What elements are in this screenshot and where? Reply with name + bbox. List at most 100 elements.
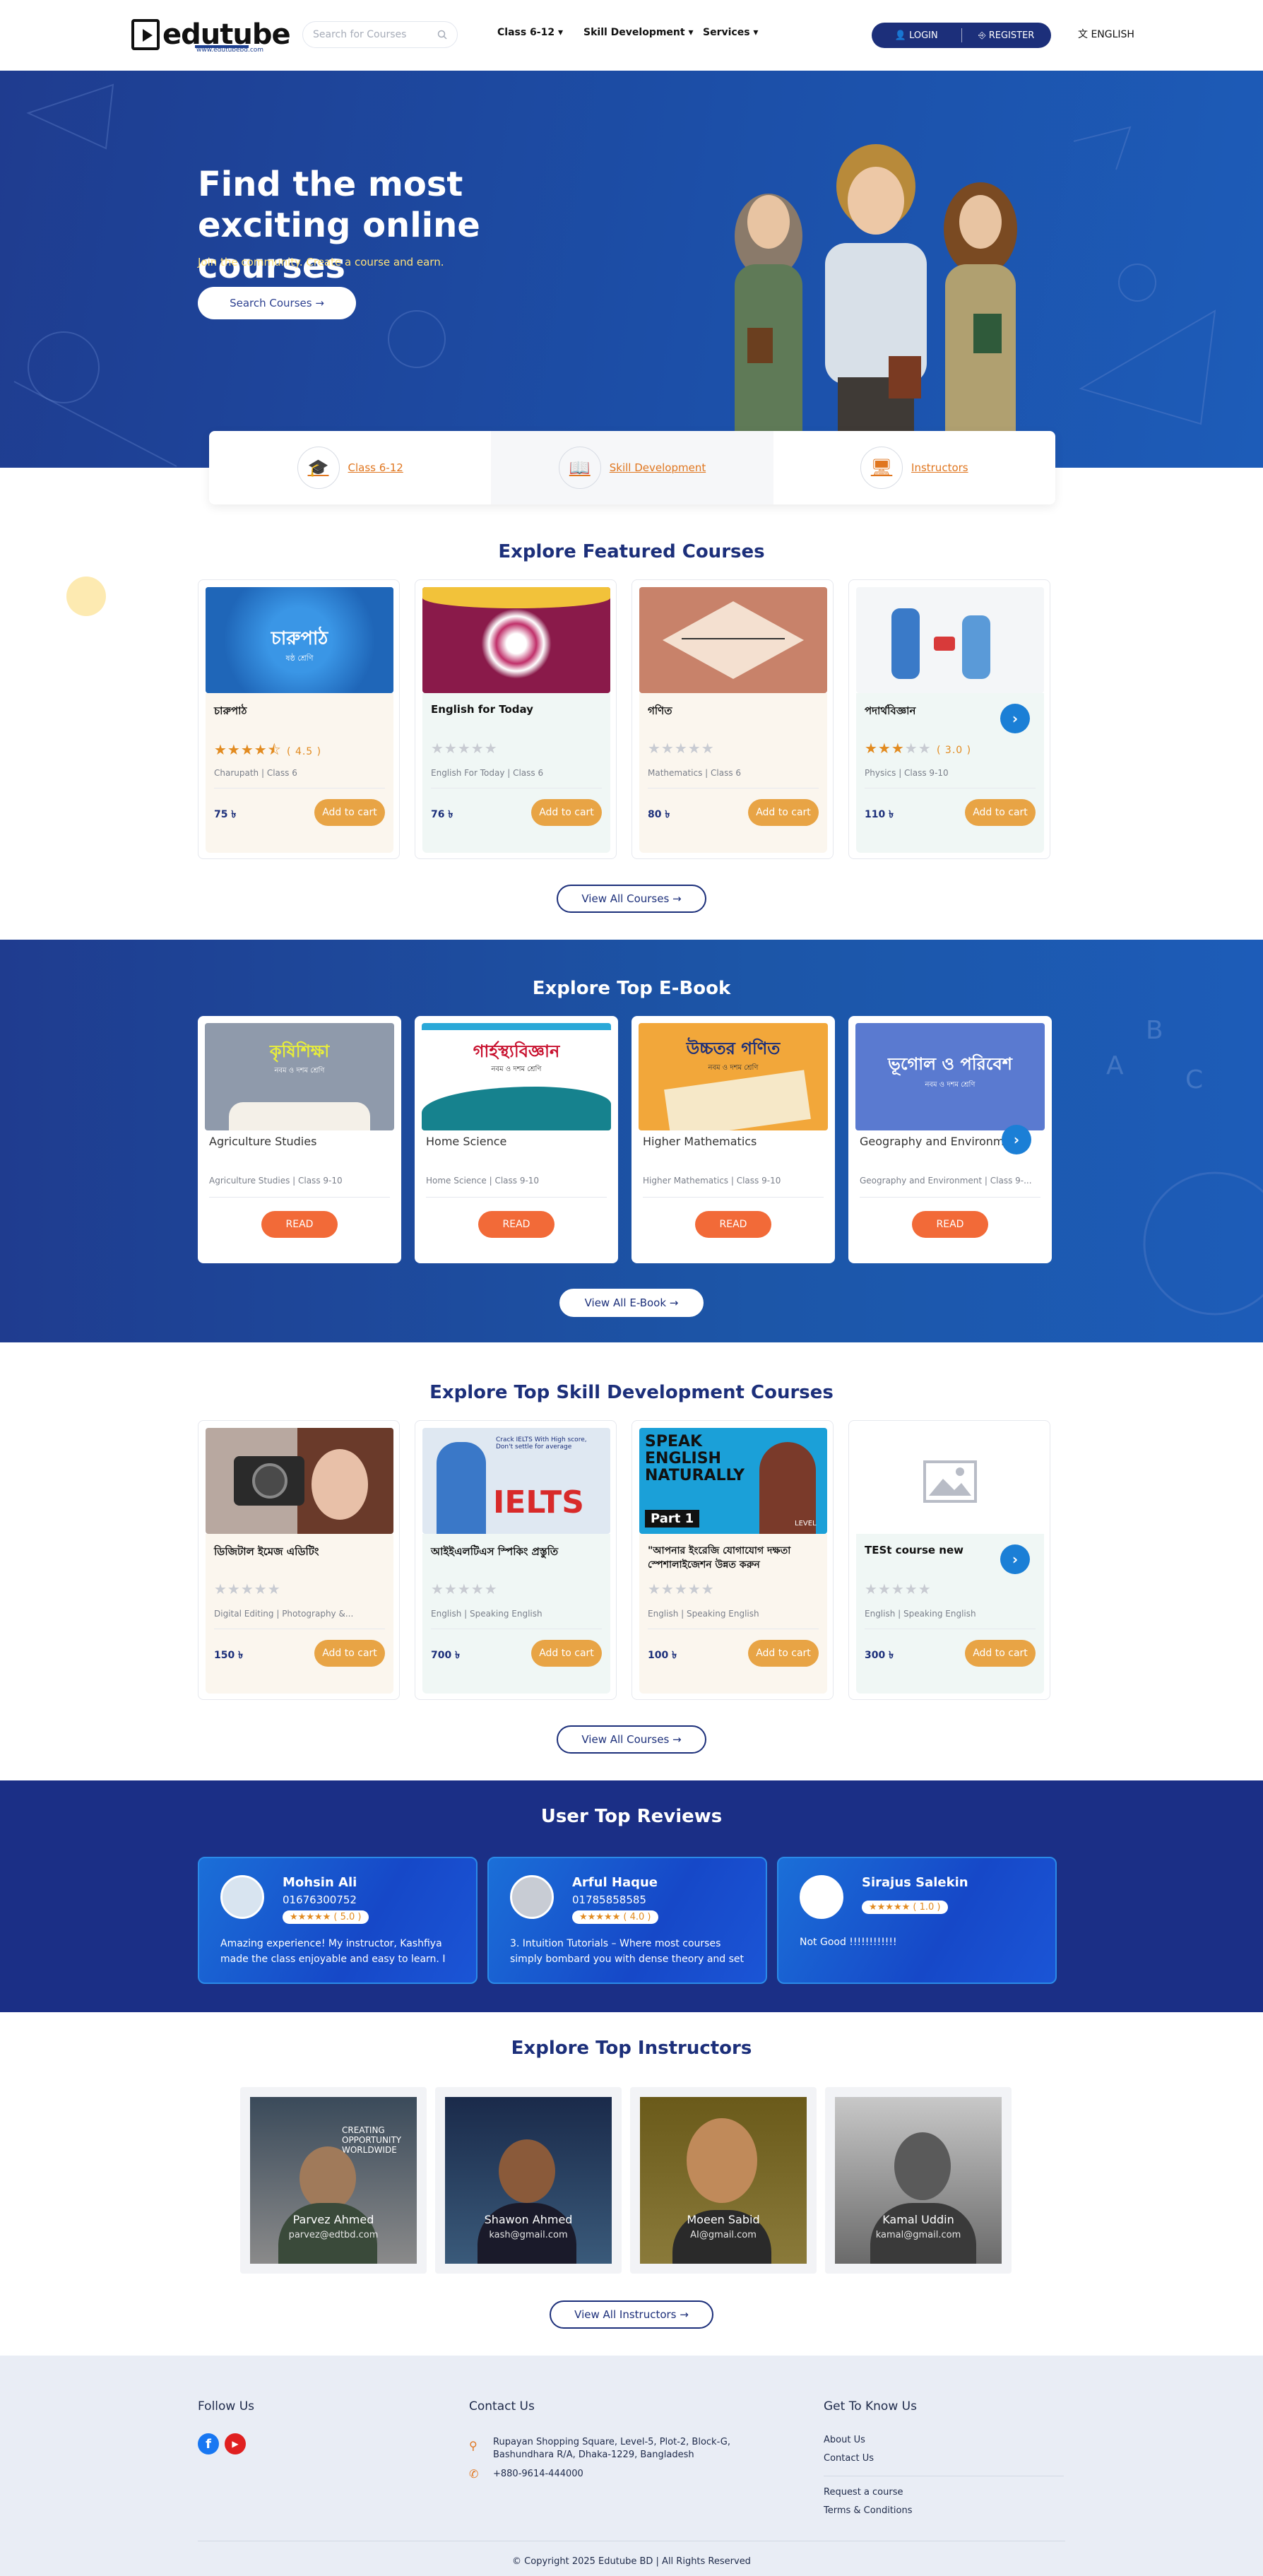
youtube-icon[interactable]: ▶ [225, 2433, 246, 2454]
course-title: গণিত [648, 704, 672, 717]
add-to-cart-button[interactable]: Add to cart [531, 1640, 602, 1667]
instructor-email: AI@gmail.com [690, 2230, 757, 2240]
copyright-text: © Copyright 2025 Edutube BD | All Rights… [512, 2556, 751, 2567]
about-us-link[interactable]: About Us [824, 2435, 865, 2445]
graduation-cap-icon: 🎓 [297, 447, 340, 489]
request-course-link[interactable]: Request a course [824, 2487, 903, 2498]
read-button[interactable]: READ [912, 1211, 988, 1238]
add-to-cart-button[interactable]: Add to cart [531, 799, 602, 826]
divider [209, 1197, 390, 1198]
auth-divider [961, 28, 962, 42]
divider [860, 1197, 1040, 1198]
course-title: চারুপাঠ [214, 704, 247, 717]
ebook-card[interactable]: উচ্চতর গণিত নবম ও দশম শ্রেণি Higher Math… [632, 1016, 835, 1263]
login-button[interactable]: 👤 LOGIN [872, 30, 961, 41]
know-us-heading: Get To Know Us [824, 2399, 917, 2413]
search-icon[interactable] [437, 30, 447, 40]
reviewer-phone: 01676300752 [283, 1893, 357, 1906]
register-label: REGISTER [988, 30, 1035, 41]
instructor-email: parvez@edtbd.com [288, 2230, 379, 2240]
avatar [510, 1875, 554, 1919]
course-card[interactable]: IELTS Crack IELTS With High score, Don't… [415, 1420, 617, 1700]
reviewer-phone: 01785858585 [572, 1893, 646, 1906]
category-class[interactable]: 🎓 Class 6-12 [209, 431, 491, 504]
course-image: IELTS Crack IELTS With High score, Don't… [422, 1428, 610, 1534]
course-card[interactable]: ডিজিটাল ইমেজ এডিটিং ★★★★★ Digital Editin… [198, 1420, 400, 1700]
image-placeholder-icon [923, 1460, 977, 1503]
ebook-card[interactable]: কৃষিশিক্ষা নবম ও দশম শ্রেণি Agriculture … [198, 1016, 401, 1263]
next-arrow-icon[interactable]: › [1000, 1544, 1030, 1574]
course-body: ডিজিটাল ইমেজ এডিটিং ★★★★★ Digital Editin… [206, 1534, 393, 1694]
ielts-text: IELTS [493, 1484, 584, 1520]
add-to-cart-button[interactable]: Add to cart [748, 1640, 819, 1667]
contact-heading: Contact Us [469, 2399, 535, 2413]
view-all-ebook-button[interactable]: View All E-Book → [559, 1289, 704, 1317]
instructor-card[interactable]: Moeen Sabid AI@gmail.com [630, 2087, 817, 2274]
view-all-skill-courses-button[interactable]: View All Courses → [557, 1725, 706, 1754]
course-card[interactable]: চারুপাঠ ষষ্ঠ শ্রেণি চারুপাঠ ★★★★⯪ ( 4.5 … [198, 579, 400, 859]
review-rating: ★★★★★ ( 5.0 ) [283, 1910, 369, 1924]
cover-title: ভূগোল ও পরিবেশ [887, 1054, 1013, 1074]
course-price: 75 ৳ [214, 809, 237, 820]
read-button[interactable]: READ [695, 1211, 771, 1238]
instructor-email: kash@gmail.com [489, 2230, 568, 2240]
read-button[interactable]: READ [478, 1211, 555, 1238]
course-rating: ★★★★★ ( 3.0 ) [865, 740, 972, 757]
course-image: SPEAK ENGLISH NATURALLY Part 1 LEVEL [639, 1428, 827, 1534]
review-card: Mohsin Ali 01676300752 ★★★★★ ( 5.0 ) Ama… [198, 1857, 478, 1984]
language-switch[interactable]: 文 ENGLISH [1078, 27, 1134, 41]
course-card[interactable]: SPEAK ENGLISH NATURALLY Part 1 LEVEL "আপ… [632, 1420, 834, 1700]
category-instructors[interactable]: 🖥 Instructors [773, 431, 1055, 504]
add-to-cart-button[interactable]: Add to cart [748, 799, 819, 826]
instructor-card[interactable]: Kamal Uddin kamal@gmail.com [825, 2087, 1012, 2274]
nav-skill-development[interactable]: Skill Development ▾ [583, 27, 693, 38]
course-image [856, 1428, 1044, 1534]
phone-text[interactable]: +880-9614-444000 [493, 2469, 583, 2479]
next-arrow-icon[interactable]: › [1002, 1125, 1031, 1154]
course-meta: Charupath | Class 6 [214, 768, 297, 778]
search-courses-button[interactable]: Search Courses → [198, 287, 356, 319]
next-arrow-icon[interactable]: › [1000, 704, 1030, 733]
course-rating: ★★★★★ [214, 1581, 281, 1597]
category-label: Class 6-12 [348, 461, 403, 474]
facebook-icon[interactable]: f [198, 2433, 219, 2454]
add-to-cart-button[interactable]: Add to cart [965, 799, 1036, 826]
ebook-title: Higher Mathematics [643, 1135, 757, 1148]
instructor-card[interactable]: CREATING OPPORTUNITY WORLDWIDE Parvez Ah… [240, 2087, 427, 2274]
category-skill-development[interactable]: 📖 Skill Development [491, 431, 773, 504]
add-to-cart-button[interactable]: Add to cart [314, 1640, 385, 1667]
course-price: 150 ৳ [214, 1650, 244, 1661]
auth-buttons: 👤 LOGIN ⎆ REGISTER [872, 23, 1051, 48]
speak-level: LEVEL [795, 1520, 817, 1528]
hero-banner: Find the most exciting online courses Jo… [0, 71, 1263, 468]
hero-tagline: Join the community. Create a course and … [198, 256, 444, 268]
review-text: 3. Intuition Tutorials – Where most cour… [510, 1938, 745, 1965]
add-to-cart-button[interactable]: Add to cart [965, 1640, 1036, 1667]
view-all-instructors-button[interactable]: View All Instructors → [550, 2300, 713, 2329]
instructor-card[interactable]: Shawon Ahmed kash@gmail.com [435, 2087, 622, 2274]
course-card[interactable]: English for Today ★★★★★ English For Toda… [415, 579, 617, 859]
nav-class[interactable]: Class 6-12 ▾ [497, 27, 563, 38]
read-button[interactable]: READ [261, 1211, 338, 1238]
nav-services[interactable]: Services ▾ [703, 27, 758, 38]
contact-us-link[interactable]: Contact Us [824, 2453, 874, 2464]
course-price: 700 ৳ [431, 1650, 461, 1661]
course-meta: Mathematics | Class 6 [648, 768, 742, 778]
view-all-courses-button[interactable]: View All Courses → [557, 885, 706, 913]
ebook-card[interactable]: গার্হস্থ্যবিজ্ঞান নবম ও দশম শ্রেণি Home … [415, 1016, 618, 1263]
search-input[interactable]: Search for Courses [302, 21, 458, 48]
logo[interactable]: edutube www.edutubebd.com [131, 18, 291, 54]
register-button[interactable]: ⎆ REGISTER [962, 30, 1052, 41]
book-icon: 📖 [558, 447, 601, 489]
review-card: Arful Haque 01785858585 ★★★★★ ( 4.0 ) 3.… [487, 1857, 767, 1984]
address-text: Rupayan Shopping Square, Level-5, Plot-2… [493, 2437, 730, 2460]
ebook-meta: Higher Mathematics | Class 9-10 [643, 1176, 781, 1186]
review-card: Sirajus Salekin ★★★★★ ( 1.0 ) Not Good !… [777, 1857, 1057, 1984]
course-rating: ★★★★⯪ ( 4.5 ) [214, 741, 322, 758]
add-to-cart-button[interactable]: Add to cart [314, 799, 385, 826]
course-card[interactable]: গণিত ★★★★★ Mathematics | Class 6 80 ৳ Ad… [632, 579, 834, 859]
terms-link[interactable]: Terms & Conditions [824, 2505, 913, 2516]
ebook-meta: Agriculture Studies | Class 9-10 [209, 1176, 343, 1186]
star-icons: ★★★★★ [290, 1912, 331, 1922]
instructors-title: Explore Top Instructors [511, 2038, 752, 2059]
